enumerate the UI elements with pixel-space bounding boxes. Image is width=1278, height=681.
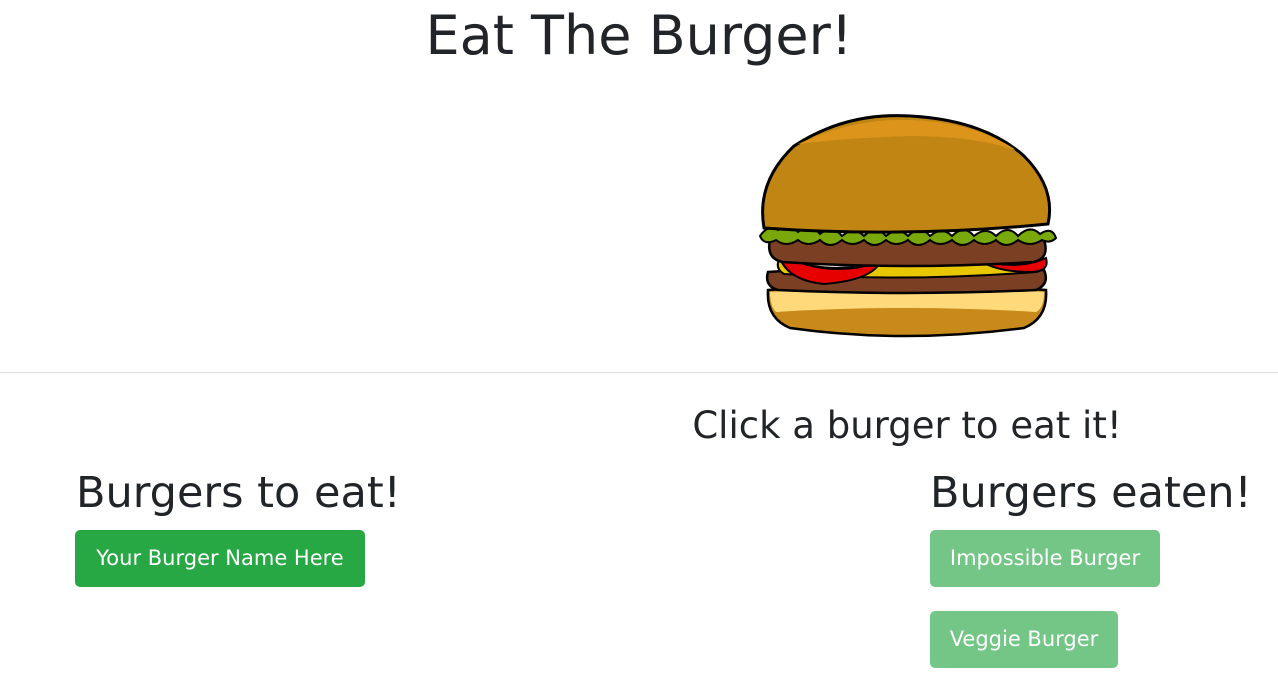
burgers-to-eat-heading: Burgers to eat! bbox=[76, 468, 401, 518]
instructions-label: Click a burger to eat it! bbox=[692, 404, 1122, 447]
page: Eat The Burger! Click a burger to eat it… bbox=[0, 0, 1278, 681]
eaten-burger-button-impossible[interactable]: Impossible Burger bbox=[930, 530, 1160, 587]
page-title-text: Eat The Burger! bbox=[425, 4, 853, 67]
instructions-text: Click a burger to eat it! bbox=[0, 398, 1278, 454]
burgers-eaten-heading: Burgers eaten! bbox=[930, 468, 1252, 518]
burger-to-eat-button[interactable]: Your Burger Name Here bbox=[75, 530, 365, 587]
burger-image bbox=[758, 114, 1058, 338]
section-divider bbox=[0, 372, 1278, 373]
eaten-burger-button-veggie[interactable]: Veggie Burger bbox=[930, 611, 1118, 668]
page-title: Eat The Burger! bbox=[0, 2, 1278, 70]
